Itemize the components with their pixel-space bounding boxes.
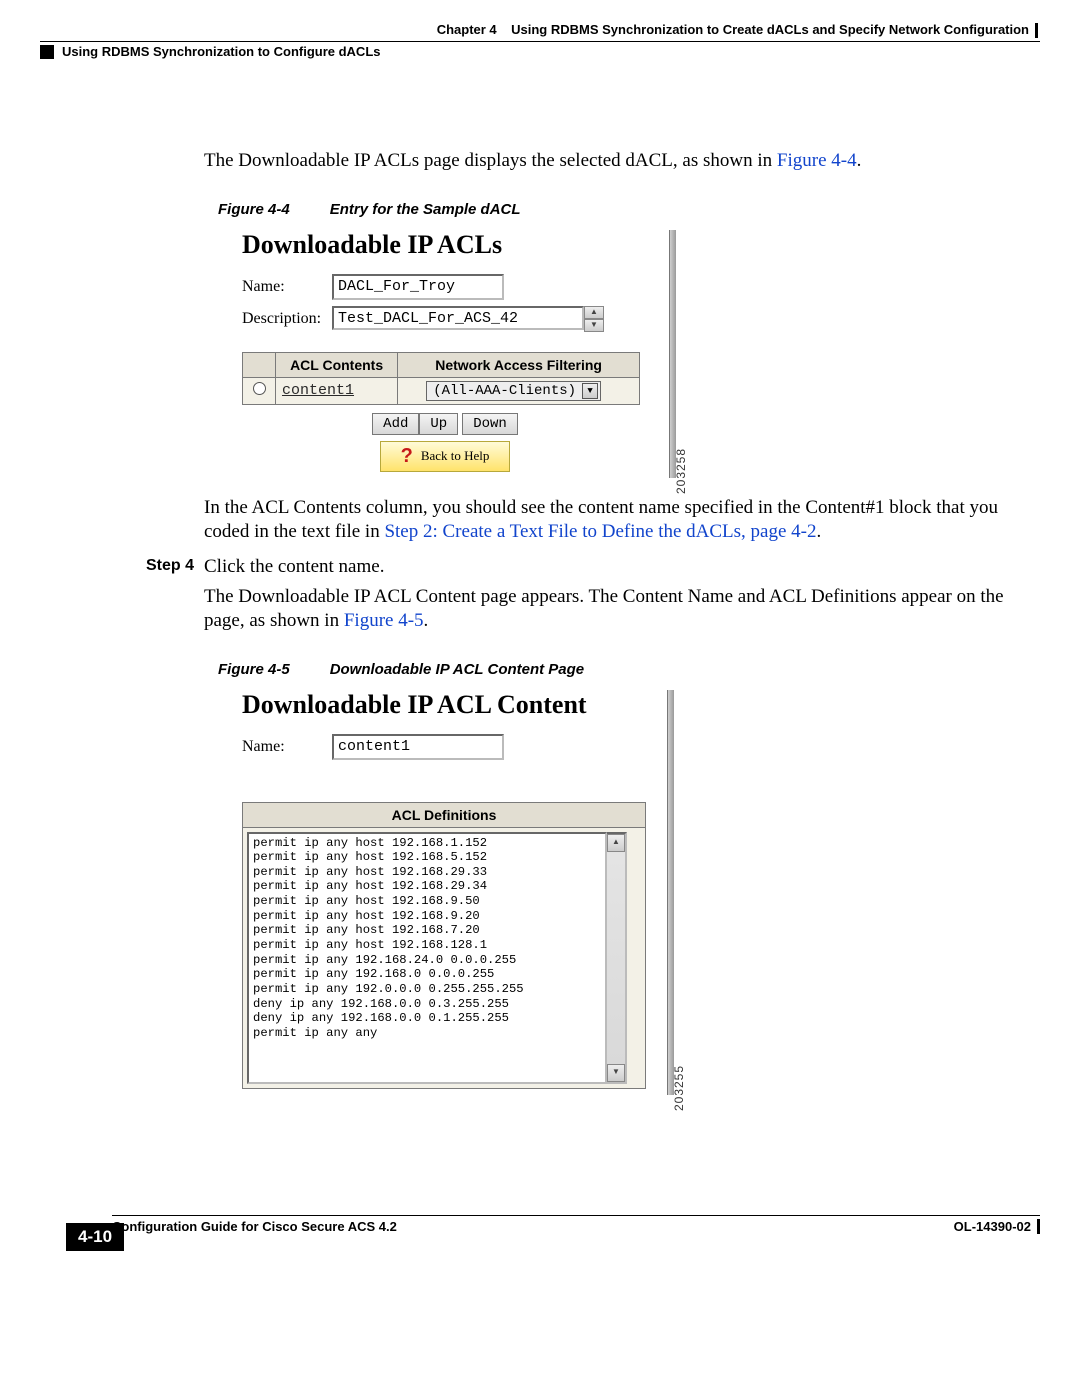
step2-crossref-link[interactable]: Step 2: Create a Text File to Define the…	[384, 521, 816, 542]
back-to-help-button[interactable]: ? Back to Help	[380, 441, 511, 472]
footer-separator-bar	[1037, 1219, 1040, 1234]
page-number-badge: 4-10	[66, 1223, 124, 1251]
chapter-title: Using RDBMS Synchronization to Create dA…	[511, 22, 1029, 37]
table-header-blank	[243, 352, 276, 377]
paragraph-content-page: The Downloadable IP ACL Content page app…	[204, 585, 1040, 633]
figure-4-4-link[interactable]: Figure 4-4	[777, 150, 857, 171]
textarea-scroll-down-icon[interactable]: ▼	[584, 319, 604, 332]
dacl-page-heading: Downloadable IP ACLs	[242, 230, 660, 260]
step-4-text: Click the content name.	[204, 555, 1040, 579]
acl-definitions-textarea[interactable]: permit ip any host 192.168.1.152 permit …	[247, 832, 607, 1084]
figure-image-number: 203258	[674, 448, 688, 494]
dacl-description-input[interactable]: Test_DACL_For_ACS_42	[332, 306, 584, 330]
dacl-name-input[interactable]: DACL_For_Troy	[332, 274, 504, 300]
paragraph-acl-contents: In the ACL Contents column, you should s…	[204, 496, 1018, 544]
row-radio[interactable]	[253, 382, 266, 395]
table-header-filtering: Network Access Filtering	[398, 352, 640, 377]
description-label: Description:	[242, 310, 332, 328]
table-header-acl-contents: ACL Contents	[276, 352, 398, 377]
footer-doc-number: OL-14390-02	[954, 1219, 1040, 1234]
paragraph-intro: The Downloadable IP ACLs page displays t…	[204, 149, 1018, 173]
help-icon: ?	[401, 445, 413, 468]
figure-scrollbar[interactable]	[669, 230, 676, 478]
chapter-line: Chapter 4 Using RDBMS Synchronization to…	[40, 22, 1038, 38]
content1-link[interactable]: content1	[282, 382, 354, 399]
scroll-down-icon[interactable]: ▼	[607, 1064, 625, 1082]
chapter-label: Chapter 4	[437, 22, 497, 37]
acl-contents-table: ACL Contents Network Access Filtering co…	[242, 352, 640, 405]
footer-rule	[112, 1215, 1040, 1216]
footer-guide-title: Configuration Guide for Cisco Secure ACS…	[112, 1219, 397, 1234]
down-button[interactable]: Down	[462, 413, 518, 435]
scroll-up-icon[interactable]: ▲	[607, 834, 625, 852]
content-page-heading: Downloadable IP ACL Content	[242, 690, 658, 720]
scroll-track[interactable]	[607, 852, 625, 1064]
up-button[interactable]: Up	[419, 413, 458, 435]
textarea-scroll-up-icon[interactable]: ▲	[584, 306, 604, 319]
add-button[interactable]: Add	[372, 413, 419, 435]
acl-definitions-header: ACL Definitions	[243, 803, 645, 828]
name-label: Name:	[242, 278, 332, 296]
step-4-label: Step 4	[146, 555, 204, 632]
network-filter-select[interactable]: (All-AAA-Clients) ▼	[426, 381, 601, 401]
figure-4-5: Downloadable IP ACL Content Name: conten…	[230, 690, 658, 1095]
header-rule	[40, 41, 1040, 42]
figure-4-5-link[interactable]: Figure 4-5	[344, 610, 424, 631]
figure-4-5-caption: Figure 4-5Downloadable IP ACL Content Pa…	[218, 661, 1018, 678]
figure-4-4-caption: Figure 4-4Entry for the Sample dACL	[218, 201, 1018, 218]
name-label: Name:	[242, 738, 332, 756]
table-row: content1 (All-AAA-Clients) ▼	[243, 377, 640, 404]
content-name-input[interactable]: content1	[332, 734, 504, 760]
figure-image-number: 203255	[672, 1065, 686, 1111]
section-heading: Using RDBMS Synchronization to Configure…	[40, 44, 1040, 59]
figure-4-4: Downloadable IP ACLs Name: DACL_For_Troy…	[230, 230, 660, 478]
section-title: Using RDBMS Synchronization to Configure…	[62, 44, 381, 59]
chevron-down-icon: ▼	[582, 383, 598, 399]
header-separator-bar	[1035, 23, 1038, 38]
section-marker-icon	[40, 45, 54, 59]
figure-scrollbar[interactable]	[667, 690, 674, 1095]
